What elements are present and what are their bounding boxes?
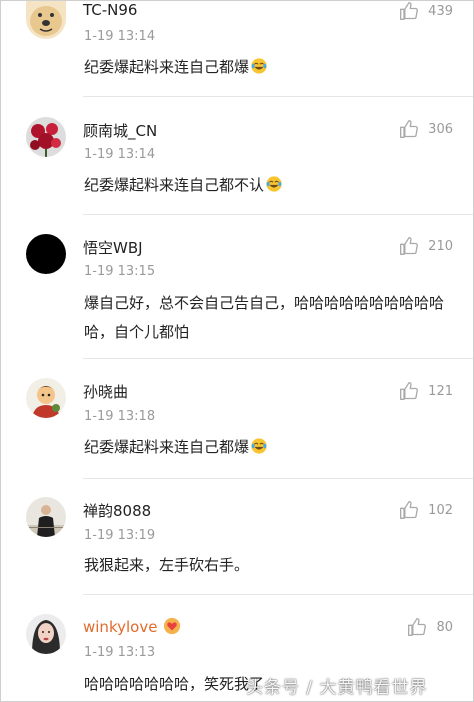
like-button[interactable]: 210 xyxy=(399,236,453,256)
comment-text-body: 纪委爆起料来连自己都爆 xyxy=(84,438,250,456)
divider xyxy=(83,358,473,359)
person-photo-avatar-icon xyxy=(26,497,66,537)
comment-time: 1-19 13:18 xyxy=(84,409,156,424)
like-button[interactable]: 102 xyxy=(399,500,453,520)
username[interactable]: 禅韵8088 xyxy=(83,500,151,521)
thumbs-up-icon xyxy=(400,120,419,138)
laugh-cry-emoji-icon xyxy=(251,58,267,74)
like-count: 102 xyxy=(428,502,453,518)
divider xyxy=(83,594,473,595)
laugh-cry-emoji-icon xyxy=(251,438,267,454)
like-count: 439 xyxy=(428,3,453,19)
divider xyxy=(83,96,473,97)
comment-time: 1-19 13:15 xyxy=(84,264,156,279)
comment-text: 纪委爆起料来连自己都爆 xyxy=(84,433,454,462)
like-button[interactable]: 306 xyxy=(399,119,453,139)
like-count: 80 xyxy=(436,619,453,635)
thumbs-up-icon xyxy=(400,501,419,519)
cartoon-avatar-icon xyxy=(26,378,66,418)
comment-text-body: 纪委爆起料来连自己都爆 xyxy=(84,58,250,76)
like-button[interactable]: 80 xyxy=(407,617,453,637)
avatar[interactable] xyxy=(26,497,66,537)
avatar[interactable] xyxy=(26,1,66,39)
comment-text-body: 纪委爆起料来连自己都不认 xyxy=(84,176,265,194)
vip-heart-badge-icon xyxy=(164,617,181,635)
username[interactable]: 孙晓曲 xyxy=(83,381,128,402)
avatar[interactable] xyxy=(26,117,66,157)
watermark: 头条号 / 大黄鸭看世界 xyxy=(246,678,428,698)
like-count: 306 xyxy=(428,121,453,137)
username[interactable]: winkylove xyxy=(83,617,181,636)
divider xyxy=(83,478,473,479)
like-button[interactable]: 121 xyxy=(399,381,453,401)
comment-time: 1-19 13:19 xyxy=(84,528,156,543)
doge-avatar-icon xyxy=(26,1,66,39)
thumbs-up-icon xyxy=(408,618,427,636)
comment-time: 1-19 13:14 xyxy=(84,29,156,44)
thumbs-up-icon xyxy=(400,382,419,400)
comment-text: 爆自己好，总不会自己告自己，哈哈哈哈哈哈哈哈哈哈哈，自个儿都怕 xyxy=(84,294,445,341)
comment-list: TC-N96 439 1-19 13:14 纪委爆起料来连自己都爆 顾南城_CN xyxy=(0,0,474,702)
avatar[interactable] xyxy=(26,614,66,654)
avatar[interactable] xyxy=(26,234,66,274)
like-count: 121 xyxy=(428,383,453,399)
username[interactable]: 悟空WBJ xyxy=(83,237,143,258)
woman-photo-avatar-icon xyxy=(26,614,66,654)
avatar[interactable] xyxy=(26,378,66,418)
username[interactable]: 顾南城_CN xyxy=(83,120,157,141)
comment-time: 1-19 13:14 xyxy=(84,147,156,162)
like-button[interactable]: 439 xyxy=(399,1,453,21)
comment-text: 纪委爆起料来连自己都爆 xyxy=(84,53,454,82)
flower-avatar-icon xyxy=(26,117,66,157)
comment-time: 1-19 13:13 xyxy=(84,645,156,660)
thumbs-up-icon xyxy=(400,2,419,21)
divider xyxy=(83,214,473,215)
comment-text: 我狠起来，左手砍右手。 xyxy=(84,556,250,574)
thumbs-up-icon xyxy=(400,237,419,255)
username-text: winkylove xyxy=(83,618,158,636)
comment-text: 纪委爆起料来连自己都不认 xyxy=(84,171,454,200)
like-count: 210 xyxy=(428,238,453,254)
username[interactable]: TC-N96 xyxy=(83,1,137,19)
laugh-cry-emoji-icon xyxy=(266,176,282,192)
